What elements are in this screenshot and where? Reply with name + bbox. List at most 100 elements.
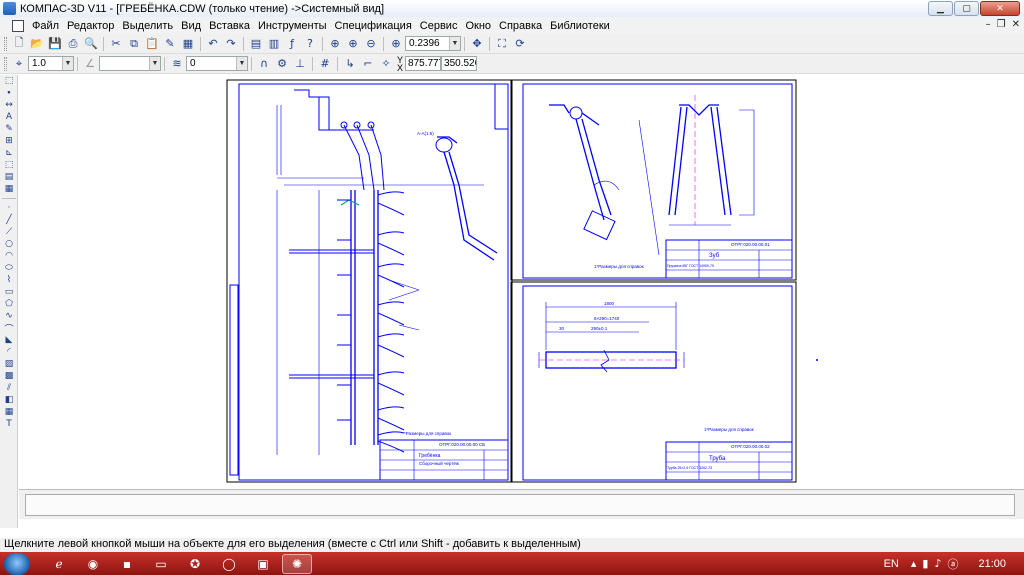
chevron-down-icon[interactable]: ▼ [62, 57, 73, 70]
paste-icon[interactable]: 📋 [143, 36, 161, 52]
menu-file[interactable]: Файл [28, 20, 63, 32]
clock[interactable]: 21:00 [978, 558, 1006, 570]
pan-icon[interactable]: ✥ [468, 36, 486, 52]
menu-view[interactable]: Вид [177, 20, 205, 32]
folder-icon[interactable]: ▭ [146, 554, 176, 574]
chevron-down-icon[interactable]: ▼ [236, 57, 247, 70]
volume-icon[interactable]: ♪ [934, 557, 941, 570]
toolbar-grip[interactable] [4, 56, 7, 71]
explorer-icon[interactable]: ▣ [248, 554, 278, 574]
parametrization-icon[interactable]: ⊞ [0, 135, 18, 147]
select-icon[interactable]: ⬚ [0, 75, 18, 87]
menu-libraries[interactable]: Библиотеки [546, 20, 614, 32]
coord-y-field[interactable]: 350.526 [441, 56, 478, 71]
redo-icon[interactable]: ↷ [222, 36, 240, 52]
menu-specification[interactable]: Спецификация [331, 20, 416, 32]
layer-combo[interactable]: 0 ▼ [186, 56, 248, 71]
document-close-button[interactable]: ✕ [1012, 19, 1020, 30]
menu-select[interactable]: Выделить [118, 20, 177, 32]
polygon-icon[interactable]: ⬠ [0, 298, 18, 310]
equidistant-icon[interactable]: ⫽ [0, 382, 18, 394]
cursor-step-icon[interactable]: ⌖ [10, 56, 28, 72]
polyline-icon[interactable]: ⌇ [0, 274, 18, 286]
avast-icon[interactable]: ✪ [180, 554, 210, 574]
zoom-combo[interactable]: 0.2396 ▼ [405, 36, 461, 51]
undo-icon[interactable]: ↶ [204, 36, 222, 52]
ortho-mode-icon[interactable]: ⌐ [359, 56, 377, 72]
hatch-icon[interactable]: ▨ [0, 358, 18, 370]
editing-icon[interactable]: ✎ [0, 123, 18, 135]
refresh-icon[interactable]: ⟳ [511, 36, 529, 52]
document-menu-icon[interactable] [12, 19, 24, 32]
snap-magnet-icon[interactable]: ∩ [255, 56, 273, 72]
designation-icon[interactable]: A [0, 111, 18, 123]
avast-tray-icon[interactable]: ⓐ [947, 556, 958, 572]
chrome-icon[interactable]: ◉ [78, 554, 108, 574]
new-document-icon[interactable]: 🗋 [10, 36, 28, 52]
opera-icon[interactable]: ◯ [214, 554, 244, 574]
chevron-down-icon[interactable]: ▼ [449, 37, 460, 50]
snap-settings-icon[interactable]: ⚙ [273, 56, 291, 72]
zoom-in-icon[interactable]: ⊕ [344, 36, 362, 52]
document-minimize-button[interactable]: – [986, 19, 991, 30]
measure-icon[interactable]: ⊾ [0, 147, 18, 159]
zoom-scale-icon[interactable]: ⊕ [387, 36, 405, 52]
print-icon[interactable]: ⎙ [64, 36, 82, 52]
select-group-icon[interactable]: ⬚ [0, 159, 18, 171]
menu-tools[interactable]: Инструменты [254, 20, 331, 32]
close-button[interactable]: ✕ [980, 1, 1020, 16]
pointer-icon[interactable]: · [0, 202, 18, 214]
fill-icon[interactable]: ▩ [0, 370, 18, 382]
arc-icon[interactable]: ◠ [0, 250, 18, 262]
language-indicator[interactable]: EN [884, 558, 899, 570]
menu-service[interactable]: Сервис [416, 20, 462, 32]
minimize-button[interactable]: ▁ [928, 1, 953, 16]
text-icon[interactable]: T [0, 418, 18, 430]
menu-help[interactable]: Справка [495, 20, 546, 32]
zoom-out-icon[interactable]: ⊖ [362, 36, 380, 52]
rounding-icon[interactable]: ◜ [0, 346, 18, 358]
menu-window[interactable]: Окно [461, 20, 495, 32]
circle-icon[interactable]: ○ [0, 238, 18, 250]
function-icon[interactable]: ƒ [283, 36, 301, 52]
drawing-svg[interactable]: А-А(1:5) *Размеры для справок ОТРГ.020.0… [19, 75, 1024, 488]
layer-icon[interactable]: ≋ [168, 56, 186, 72]
variables-icon[interactable]: ▥ [265, 36, 283, 52]
table-icon[interactable]: ▦ [0, 406, 18, 418]
open-icon[interactable]: 📂 [28, 36, 46, 52]
maximize-button[interactable]: ▢ [954, 1, 979, 16]
ie-icon[interactable]: ℯ [44, 554, 74, 574]
coord-x-field[interactable]: 875.777 [405, 56, 442, 71]
dimension-icon[interactable]: ↔ [0, 99, 18, 111]
fragment-icon[interactable]: ◧ [0, 394, 18, 406]
line-icon[interactable]: ╱ [0, 214, 18, 226]
menu-editor[interactable]: Редактор [63, 20, 118, 32]
point-icon[interactable]: ∙ [0, 87, 18, 99]
spline-icon[interactable]: ∿ [0, 310, 18, 322]
spec-icon[interactable]: ▤ [0, 171, 18, 183]
calculator-icon[interactable]: ▦ [179, 36, 197, 52]
curve-icon[interactable]: ⌒ [0, 322, 18, 335]
report-icon[interactable]: ▦ [0, 183, 18, 195]
start-button[interactable] [4, 552, 30, 575]
rectangle-icon[interactable]: ▭ [0, 286, 18, 298]
ortho-icon[interactable]: ⊥ [291, 56, 309, 72]
grid-icon[interactable]: # [316, 56, 334, 72]
ellipse-icon[interactable]: ⬭ [0, 262, 18, 274]
format-painter-icon[interactable]: ✎ [161, 36, 179, 52]
step-combo[interactable]: 1.0 ▼ [28, 56, 74, 71]
document-restore-button[interactable]: ❐ [997, 19, 1006, 30]
floppy-icon[interactable]: ▪ [112, 554, 142, 574]
help-icon[interactable]: ? [301, 36, 319, 52]
arrow-icon[interactable]: ▴ [911, 557, 917, 570]
manager-icon[interactable]: ▤ [247, 36, 265, 52]
network-icon[interactable]: ▮ [922, 557, 928, 570]
menu-insert[interactable]: Вставка [205, 20, 254, 32]
local-cs-icon[interactable]: ↳ [341, 56, 359, 72]
save-icon[interactable]: 💾 [46, 36, 64, 52]
chamfer-icon[interactable]: ◣ [0, 334, 18, 346]
show-all-icon[interactable]: ⛶ [493, 36, 511, 52]
property-panel-field[interactable] [25, 494, 1015, 516]
kompas-icon[interactable]: ✺ [282, 553, 312, 574]
zoom-window-icon[interactable]: ⊕ [326, 36, 344, 52]
